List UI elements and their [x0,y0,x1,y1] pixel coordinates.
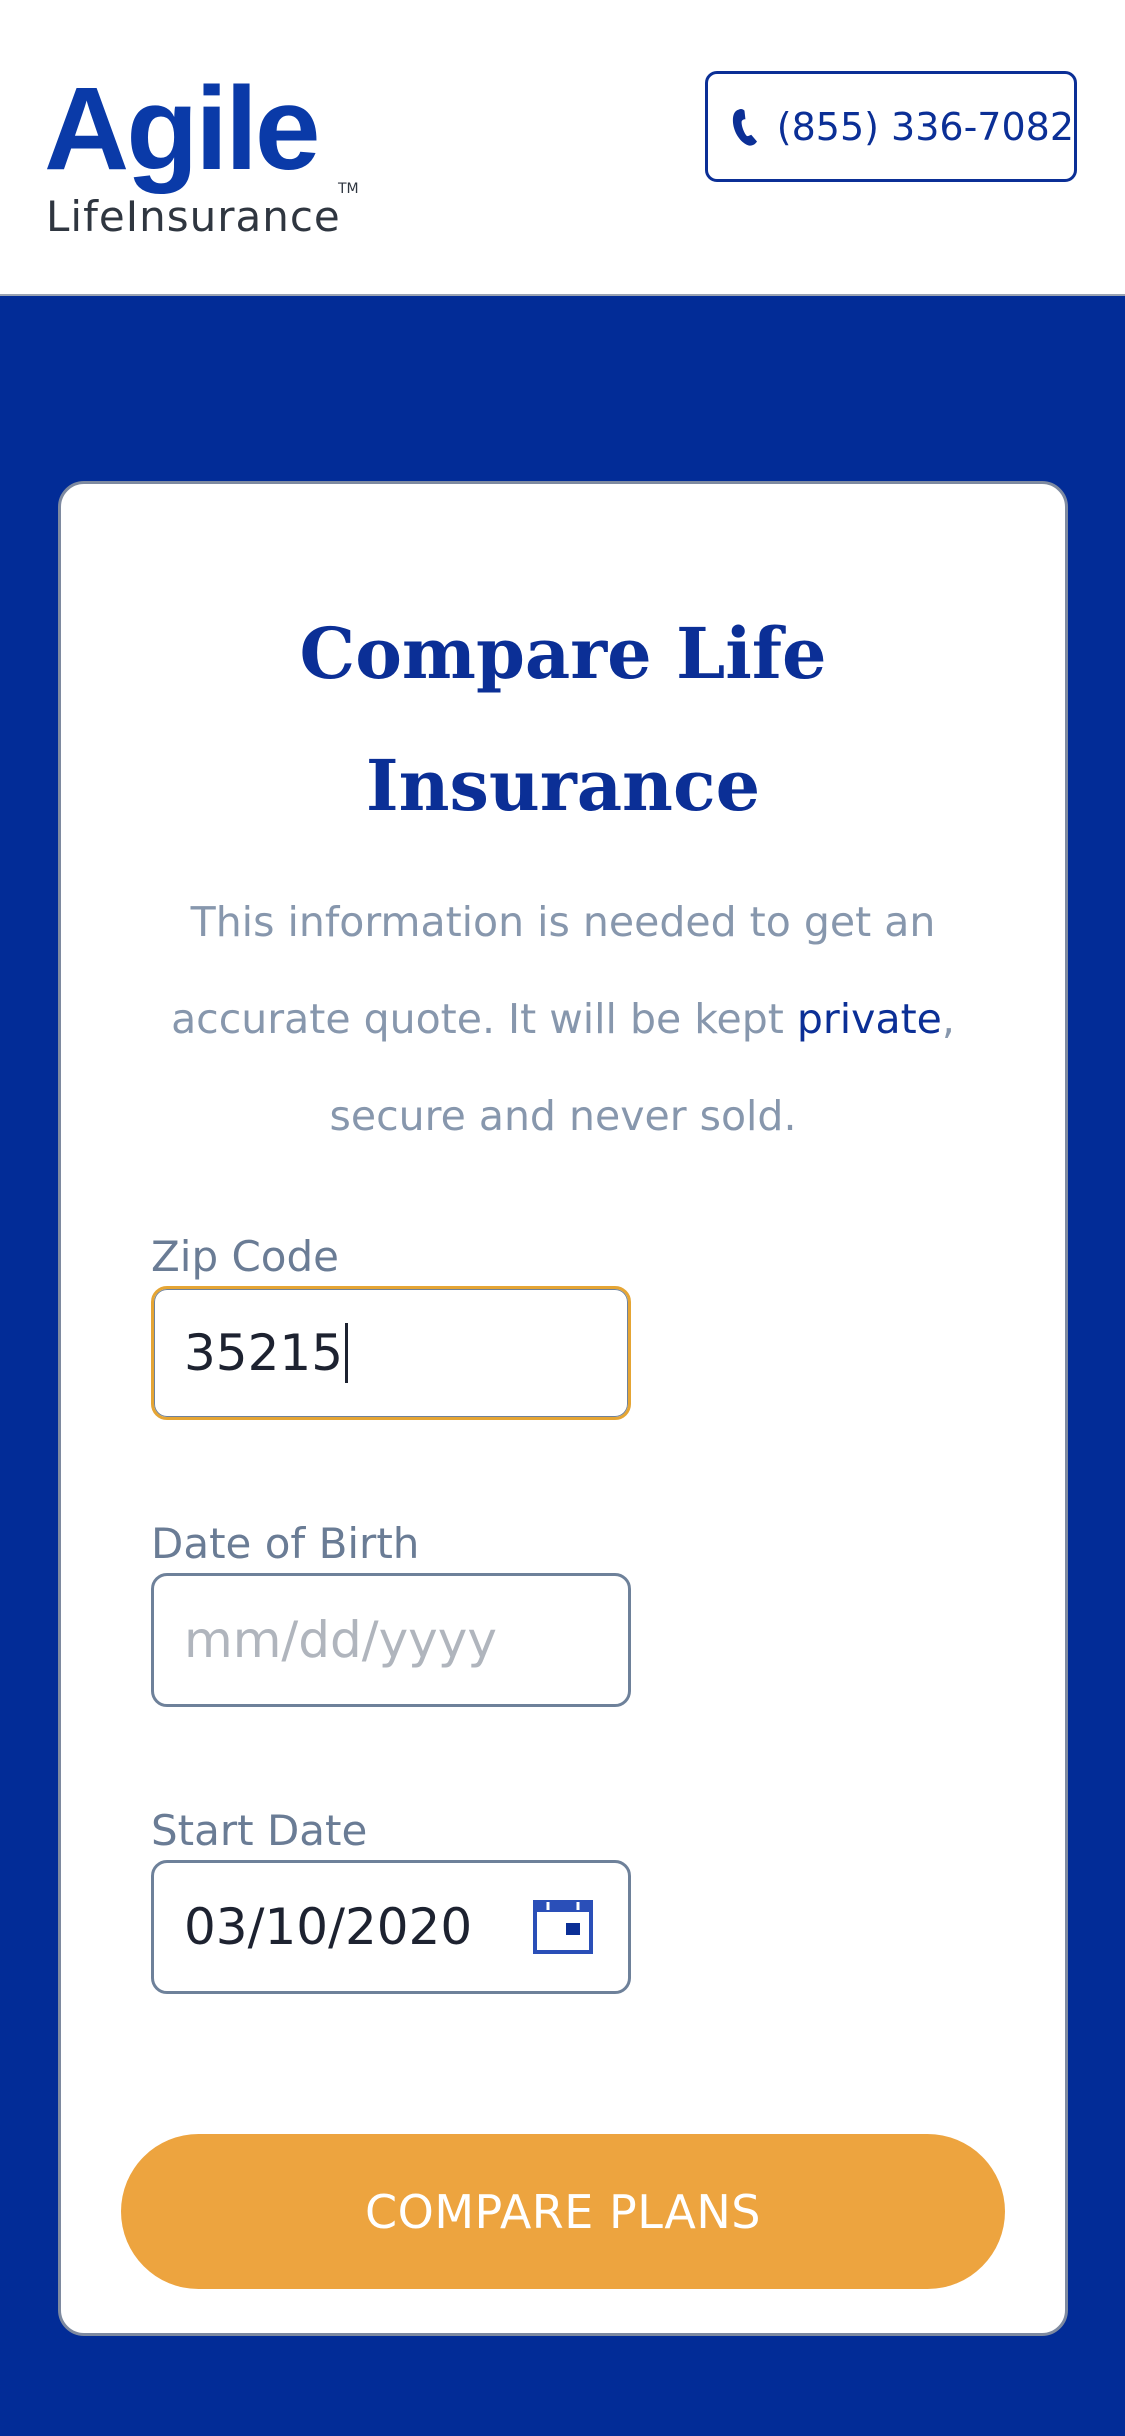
logo-subtitle: LifeInsurance [46,192,341,241]
call-phone-button[interactable]: (855) 336-7082 [705,71,1077,182]
date-of-birth-label: Date of Birth [151,1519,420,1568]
title-line-1: Compare Life [299,612,827,695]
text-cursor [345,1323,349,1383]
page-title: Compare Life Insurance [61,588,1065,852]
privacy-notice: This information is needed to get an acc… [151,874,975,1165]
quote-form-card: Compare Life Insurance This information … [58,481,1068,2336]
notice-line-2: accurate quote. It will be kept private, [151,971,975,1068]
site-header: Agile TM LifeInsurance (855) 336-7082 [0,0,1125,296]
date-of-birth-placeholder: mm/dd/yyyy [184,1611,497,1669]
start-date-label: Start Date [151,1806,368,1855]
phone-icon [732,108,757,146]
agile-logo[interactable]: Agile TM LifeInsurance [44,70,364,250]
zip-code-value: 35215 [184,1324,344,1382]
start-date-input[interactable]: 03/10/2020 [151,1860,631,1994]
calendar-icon[interactable] [532,1899,594,1955]
compare-plans-button[interactable]: COMPARE PLANS [121,2134,1005,2289]
logo-trademark: TM [338,181,359,197]
logo-wordmark: Agile [44,63,320,195]
zip-code-input[interactable]: 35215 [151,1286,631,1420]
notice-comma: , [941,995,955,1043]
zip-code-label: Zip Code [151,1232,339,1281]
date-of-birth-input[interactable]: mm/dd/yyyy [151,1573,631,1707]
privacy-link[interactable]: private [797,995,942,1043]
notice-line-3: secure and never sold. [329,1092,797,1140]
notice-text: accurate quote. It will be kept [171,995,797,1043]
phone-number: (855) 336-7082 [776,104,1074,149]
notice-line-1: This information is needed to get an [190,898,936,946]
title-line-2: Insurance [365,744,761,827]
start-date-value: 03/10/2020 [184,1898,473,1956]
